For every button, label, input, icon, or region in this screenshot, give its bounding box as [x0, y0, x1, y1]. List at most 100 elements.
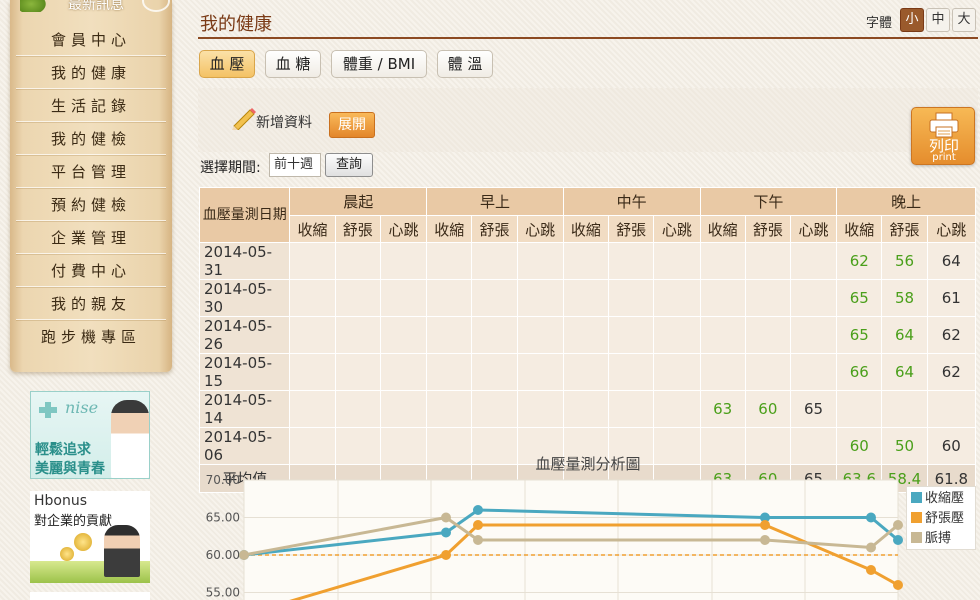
date-cell: 2014-05-30 [198, 279, 291, 317]
value-cell [562, 279, 610, 317]
value-cell [516, 279, 564, 317]
value-cell [608, 242, 655, 280]
value-cell [789, 242, 838, 280]
value-cell [516, 390, 564, 428]
banner-brand: nise [65, 398, 99, 417]
table-row: 2014-05-26 65 64 62 [198, 316, 977, 354]
sidebar-item-treadmill[interactable]: 跑步機專區 [16, 321, 166, 353]
data-point [441, 527, 451, 538]
print-button[interactable]: 列印 print [911, 107, 975, 165]
value-cell: 62 [836, 242, 883, 280]
value-cell [471, 242, 518, 280]
sidebar-item-my-friends[interactable]: 我的親友 [16, 288, 166, 320]
tab-blood-sugar[interactable]: 血 糖 [265, 50, 321, 78]
value-cell [426, 279, 473, 317]
period-select[interactable]: 前十週 [269, 153, 321, 177]
sub-header-cell: 舒張 [334, 215, 381, 243]
legend-item-pulse: 脈搏 [911, 530, 951, 548]
sub-header-cell: 舒張 [881, 215, 928, 243]
tab-weight-bmi[interactable]: 體重 / BMI [331, 50, 427, 78]
query-button[interactable]: 查詢 [325, 153, 373, 177]
value-cell [516, 242, 564, 280]
sidebar-item-member-center[interactable]: 會員中心 [16, 24, 166, 56]
hbonus-subtitle: 對企業的貢獻 [34, 514, 113, 529]
sidebar-item-platform-management[interactable]: 平台管理 [16, 156, 166, 188]
sidebar-item-my-health[interactable]: 我的健康 [16, 57, 166, 89]
blood-pressure-table: 血壓量測日期 晨起 早上 中午 下午 晚上 收縮 舒張 心跳 收縮 舒張 心跳 收縮 舒張 心跳… [198, 187, 977, 493]
value-cell [516, 353, 564, 391]
period-header-noon: 中午 [562, 187, 701, 216]
value-cell: 61 [926, 279, 977, 317]
value-cell [426, 390, 473, 428]
value-cell: 62 [926, 353, 977, 391]
value-cell [289, 279, 336, 317]
hbonus-banner[interactable]: Hbonus 對企業的貢獻 [30, 491, 150, 583]
font-size-small-button[interactable]: 小 [900, 8, 924, 32]
table-row: 2014-05-14 63 60 65 [198, 390, 977, 428]
sub-header-cell: 心跳 [653, 215, 701, 243]
y-tick-label: 55.00 [206, 586, 240, 600]
value-cell [426, 242, 473, 280]
value-cell [426, 427, 473, 465]
legend-label: 收縮壓 [925, 491, 965, 506]
value-cell: 50 [881, 427, 928, 465]
sub-header-cell: 心跳 [789, 215, 838, 243]
nise-banner[interactable]: nise 輕鬆追求 美麗與青春 [30, 391, 150, 479]
sidebar-item-payment-center[interactable]: 付費中心 [16, 255, 166, 287]
new-data-link[interactable]: 新增資料 [232, 108, 312, 132]
value-cell [379, 390, 428, 428]
font-size-large-button[interactable]: 大 [952, 8, 976, 32]
print-label-en: print [932, 152, 956, 163]
data-point [239, 550, 249, 560]
sub-header-cell: 心跳 [379, 215, 428, 243]
value-cell [744, 316, 791, 354]
value-cell [653, 316, 701, 354]
font-size-control: 字體 小 中 大 [858, 8, 978, 32]
sidebar-item-life-records[interactable]: 生活記錄 [16, 90, 166, 122]
date-column-header: 血壓量測日期 [198, 187, 291, 243]
title-divider [198, 37, 978, 39]
value-cell [471, 316, 518, 354]
value-cell [744, 353, 791, 391]
expand-button[interactable]: 展開 [329, 112, 375, 138]
value-cell [334, 390, 381, 428]
leaf-icon [20, 0, 48, 12]
value-cell [426, 316, 473, 354]
sidebar-item-book-checkup[interactable]: 預約健檢 [16, 189, 166, 221]
cross-logo-icon [37, 400, 61, 418]
value-cell [608, 316, 655, 354]
value-cell: 65 [789, 390, 838, 428]
font-size-label: 字體 [865, 16, 892, 31]
value-cell: 60 [744, 390, 791, 428]
tab-body-temperature[interactable]: 體 溫 [437, 50, 493, 78]
date-cell: 2014-05-14 [198, 390, 291, 428]
value-cell: 65 [836, 279, 883, 317]
value-cell [379, 242, 428, 280]
sidebar-menu: 最新訊息 會員中心 我的健康 生活記錄 我的健檢 平台管理 預約健檢 企業管理 … [10, 0, 172, 372]
sidebar-item-enterprise-management[interactable]: 企業管理 [16, 222, 166, 254]
third-banner[interactable] [30, 592, 150, 600]
value-cell: 64 [881, 316, 928, 354]
value-cell [699, 242, 746, 280]
value-cell: 64 [926, 242, 977, 280]
date-cell: 2014-05-15 [198, 353, 291, 391]
tab-blood-pressure[interactable]: 血 壓 [199, 50, 255, 78]
value-cell [699, 427, 746, 465]
value-cell: 56 [881, 242, 928, 280]
value-cell [289, 316, 336, 354]
period-label: 選擇期間: [200, 160, 261, 176]
value-cell [516, 316, 564, 354]
legend-swatch-icon [911, 492, 922, 503]
period-header-afternoon: 下午 [699, 187, 838, 216]
font-size-medium-button[interactable]: 中 [926, 8, 950, 32]
value-cell [562, 353, 610, 391]
y-tick-label: 60.00 [206, 548, 240, 562]
date-cell: 2014-05-26 [198, 316, 291, 354]
legend-item-diastolic: 舒張壓 [911, 510, 964, 528]
value-cell [334, 242, 381, 280]
sidebar-news-header[interactable]: 最新訊息 [10, 0, 172, 20]
value-cell [789, 279, 838, 317]
coin-icon [60, 547, 74, 561]
sidebar-item-my-checkup[interactable]: 我的健檢 [16, 123, 166, 155]
value-cell [426, 353, 473, 391]
